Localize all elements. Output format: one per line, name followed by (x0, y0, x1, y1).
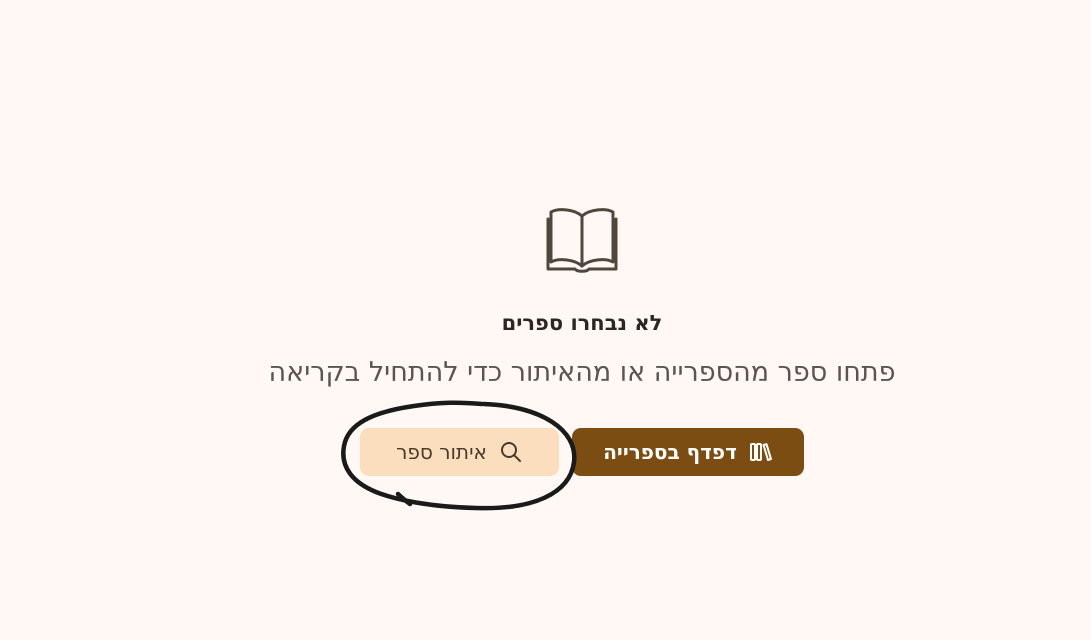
browse-library-label: דפדף בספרייה (603, 440, 737, 464)
search-icon (499, 440, 523, 464)
empty-state-title: לא נבחרו ספרים (501, 311, 663, 335)
find-book-button[interactable]: איתור ספר (360, 428, 559, 476)
browse-library-button[interactable]: דפדף בספרייה (572, 428, 804, 476)
empty-state-subtitle: פתחו ספר מהספרייה או מהאיתור כדי להתחיל … (268, 357, 896, 388)
find-book-label: איתור ספר (396, 440, 487, 464)
library-icon (749, 442, 773, 462)
open-book-icon (546, 208, 618, 273)
